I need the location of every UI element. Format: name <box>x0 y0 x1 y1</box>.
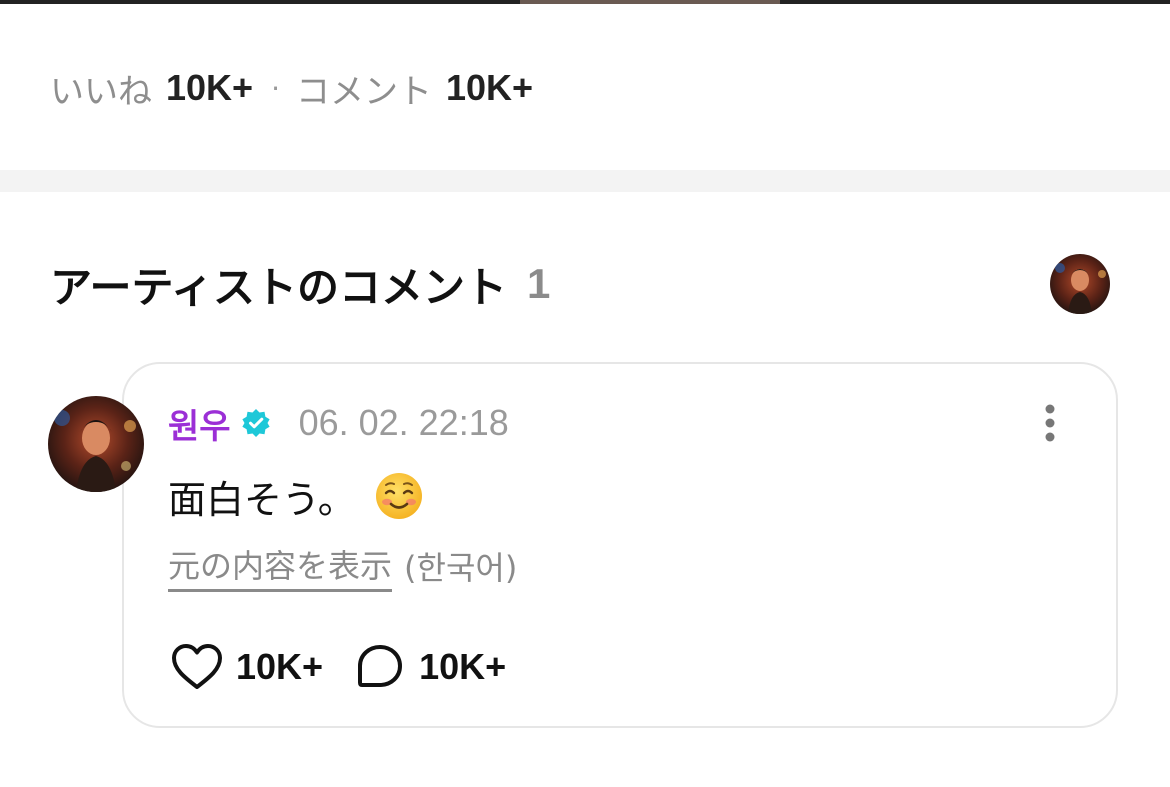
artist-avatar-small[interactable] <box>1050 254 1110 314</box>
likes-count[interactable]: 10K+ <box>166 67 253 109</box>
like-count: 10K+ <box>236 646 324 687</box>
smiling-face-icon <box>374 471 424 521</box>
comment-header: 원우 06. 02. 22:18 <box>168 399 509 448</box>
heart-outline-icon[interactable] <box>170 640 224 694</box>
translation-row: 元の内容を表示 (한국어) <box>168 541 518 592</box>
comment-text: 面白そう。 <box>168 477 356 522</box>
top-image-edge <box>0 0 1170 4</box>
artist-comments-heading: アーティストのコメント 1 <box>50 254 550 314</box>
verified-badge-icon <box>241 408 271 438</box>
likes-label: いいね <box>50 71 152 112</box>
original-language: (한국어) <box>404 549 518 587</box>
artist-comments-title: アーティストのコメント <box>50 262 507 312</box>
artist-comments-count: 1 <box>526 260 551 307</box>
comments-count[interactable]: 10K+ <box>446 67 533 109</box>
comment-author-avatar[interactable] <box>48 396 144 492</box>
post-stats: いいね 10K+ · コメント 10K+ <box>50 64 533 112</box>
comment-actions: 10K+ 10K+ <box>170 638 506 696</box>
comment-body: 面白そう。 <box>168 468 424 524</box>
stats-separator: · <box>271 71 280 105</box>
chat-bubble-outline-icon[interactable] <box>353 640 407 694</box>
comment-timestamp: 06. 02. 22:18 <box>298 402 509 443</box>
show-original-link[interactable]: 元の内容を表示 <box>168 541 393 592</box>
reply-count: 10K+ <box>419 646 507 687</box>
comment-author-name[interactable]: 원우 <box>168 399 231 448</box>
more-vertical-icon <box>1045 404 1055 442</box>
comments-label: コメント <box>295 71 432 112</box>
more-options-button[interactable] <box>1030 400 1070 446</box>
section-divider <box>0 170 1170 192</box>
